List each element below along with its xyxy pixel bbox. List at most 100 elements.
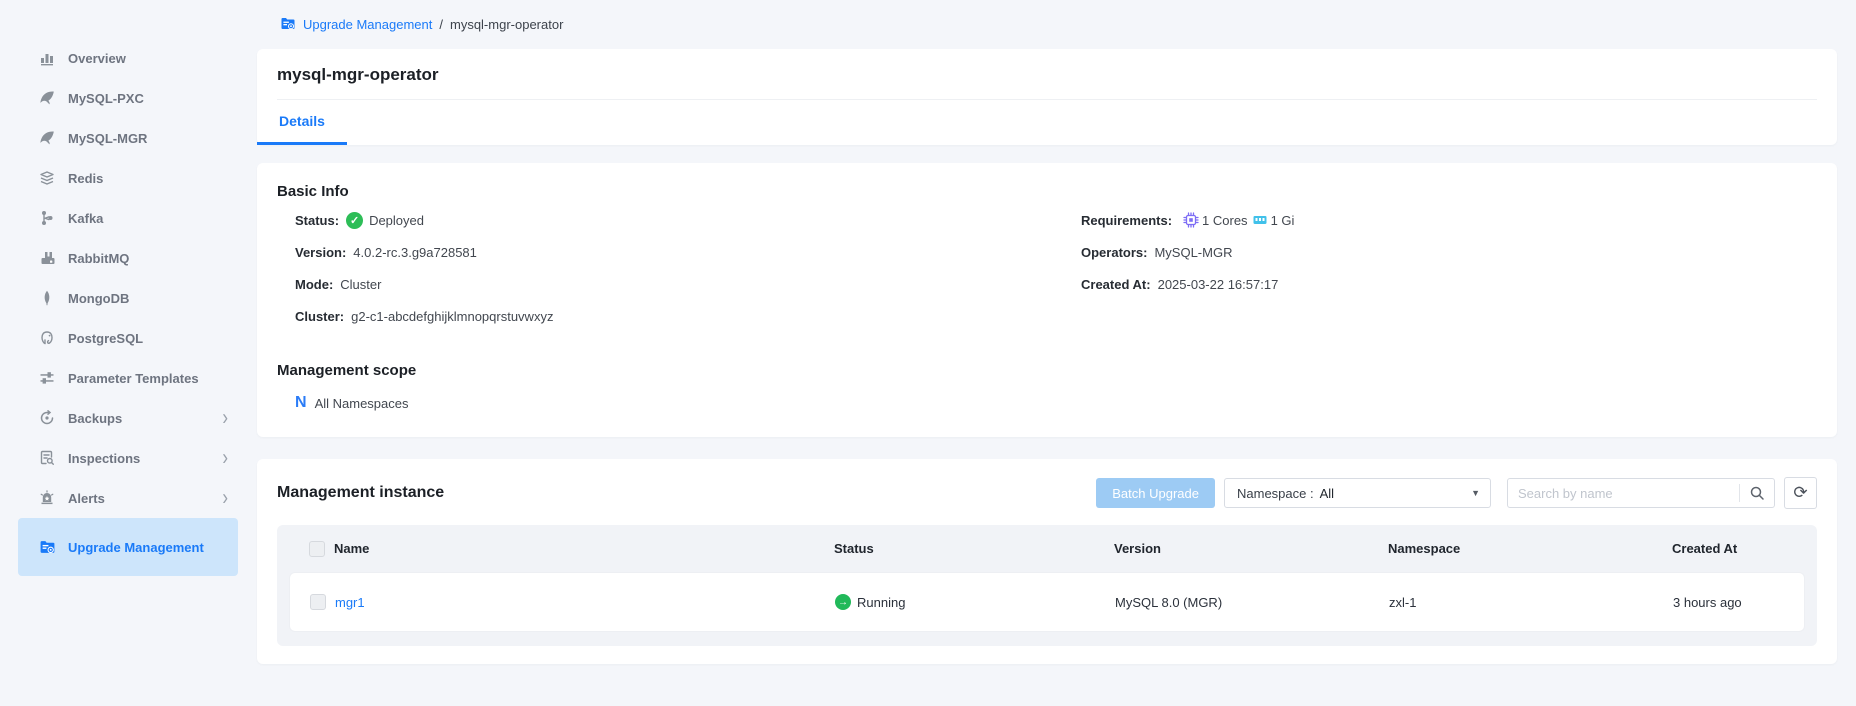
search-icon[interactable] — [1740, 479, 1774, 507]
sidebar-item-label: PostgreSQL — [68, 324, 228, 353]
status-cell: → Running — [835, 594, 1115, 610]
sidebar-item-label: MySQL-PXC — [68, 84, 228, 113]
info-row-version: Version: 4.0.2-rc.3.g9a728581 — [295, 236, 1063, 268]
version-cell: MySQL 8.0 (MGR) — [1115, 595, 1389, 610]
page-title: mysql-mgr-operator — [257, 49, 1837, 85]
sidebar-item-label: Upgrade Management — [68, 533, 228, 562]
column-header-version: Version — [1114, 541, 1388, 556]
chevron-right-icon: › — [222, 405, 228, 431]
chevron-right-icon: › — [222, 485, 228, 511]
sidebar-item-label: Alerts — [68, 484, 222, 513]
sidebar-item-label: Overview — [68, 44, 228, 73]
main-content: Upgrade Management / mysql-mgr-operator … — [257, 0, 1856, 706]
toolbar: Batch Upgrade Namespace : All ▼ ⟳ — [1096, 477, 1817, 509]
info-value: g2-c1-abcdefghijklmnopqrstuvwxyz — [351, 309, 553, 324]
breadcrumb: Upgrade Management / mysql-mgr-operator — [257, 10, 1837, 36]
memory-requirement: 1 Gi — [1271, 213, 1295, 228]
sidebar-item-backups[interactable]: Backups › — [18, 398, 238, 438]
column-header-status: Status — [834, 541, 1114, 556]
created-at-cell: 3 hours ago — [1673, 595, 1804, 610]
tab-bar: Details — [257, 100, 1837, 145]
alarm-icon — [38, 489, 56, 507]
sidebar-item-mysql-mgr[interactable]: MySQL-MGR — [18, 118, 238, 158]
sidebar-item-rabbitmq[interactable]: RabbitMQ — [18, 238, 238, 278]
redis-layers-icon — [38, 169, 56, 187]
scope-value: All Namespaces — [315, 396, 409, 411]
refresh-button[interactable]: ⟳ — [1784, 477, 1817, 509]
info-label: Operators: — [1081, 245, 1147, 260]
batch-upgrade-button[interactable]: Batch Upgrade — [1096, 478, 1215, 508]
sidebar-item-parameter-templates[interactable]: Parameter Templates — [18, 358, 238, 398]
management-scope-heading: Management scope — [277, 362, 1817, 379]
mongodb-leaf-icon — [38, 289, 56, 307]
postgresql-elephant-icon — [38, 329, 56, 347]
app-root: Overview MySQL-PXC MySQL-MGR Redis Kafka — [0, 0, 1856, 706]
instance-table: Name Status Version Namespace Created At… — [277, 525, 1817, 646]
info-row-operators: Operators: MySQL-MGR — [1081, 236, 1817, 268]
sidebar-item-kafka[interactable]: Kafka — [18, 198, 238, 238]
sidebar-item-mongodb[interactable]: MongoDB — [18, 278, 238, 318]
breadcrumb-parent-link[interactable]: Upgrade Management — [303, 17, 432, 32]
sidebar-item-label: Backups — [68, 404, 222, 433]
sliders-icon — [38, 369, 56, 387]
management-instance-header: Management instance Batch Upgrade Namesp… — [277, 477, 1817, 509]
cpu-icon — [1183, 212, 1199, 228]
basic-info-heading: Basic Info — [277, 183, 1817, 200]
instance-name-link[interactable]: mgr1 — [335, 595, 835, 610]
kafka-icon — [38, 209, 56, 227]
caret-down-icon: ▼ — [1471, 488, 1480, 498]
title-card: mysql-mgr-operator Details — [257, 49, 1837, 145]
basic-info-card: Basic Info Status: ✓ Deployed Version: 4… — [257, 163, 1837, 437]
sidebar-item-label: Redis — [68, 164, 228, 193]
basic-info-right-column: Requirements: 1 Cores 1 Gi Operators: My… — [1063, 204, 1817, 332]
info-value: 4.0.2-rc.3.g9a728581 — [353, 245, 477, 260]
status-value: ✓ Deployed — [346, 212, 424, 229]
restore-icon — [38, 409, 56, 427]
mysql-dolphin-icon — [38, 129, 56, 147]
breadcrumb-separator: / — [439, 17, 443, 32]
tab-details[interactable]: Details — [257, 100, 347, 145]
search-input[interactable] — [1508, 486, 1739, 501]
management-instance-card: Management instance Batch Upgrade Namesp… — [257, 459, 1837, 664]
info-label: Requirements: — [1081, 213, 1172, 228]
namespace-filter-label: Namespace : — [1237, 486, 1314, 501]
memory-icon — [1252, 212, 1268, 228]
sidebar-item-upgrade-management[interactable]: Upgrade Management — [18, 518, 238, 576]
info-value: 2025-03-22 16:57:17 — [1158, 277, 1279, 292]
column-header-namespace: Namespace — [1388, 541, 1672, 556]
info-value: MySQL-MGR — [1154, 245, 1232, 260]
info-row-mode: Mode: Cluster — [295, 268, 1063, 300]
running-arrow-icon: → — [835, 594, 851, 610]
info-label: Cluster: — [295, 309, 344, 324]
sidebar-item-label: RabbitMQ — [68, 244, 228, 273]
sidebar-item-label: MySQL-MGR — [68, 124, 228, 153]
bar-chart-icon — [38, 49, 56, 67]
sidebar-item-inspections[interactable]: Inspections › — [18, 438, 238, 478]
sidebar-item-label: Kafka — [68, 204, 228, 233]
refresh-icon: ⟳ — [1793, 483, 1807, 503]
info-row-requirements: Requirements: 1 Cores 1 Gi — [1081, 204, 1817, 236]
info-label: Version: — [295, 245, 346, 260]
breadcrumb-current: mysql-mgr-operator — [450, 17, 563, 32]
sidebar: Overview MySQL-PXC MySQL-MGR Redis Kafka — [0, 0, 257, 706]
namespace-icon: N — [295, 395, 307, 411]
management-instance-title: Management instance — [277, 484, 1096, 502]
sidebar-item-overview[interactable]: Overview — [18, 38, 238, 78]
basic-info-grid: Status: ✓ Deployed Version: 4.0.2-rc.3.g… — [277, 204, 1817, 332]
sidebar-item-redis[interactable]: Redis — [18, 158, 238, 198]
info-value: Cluster — [340, 277, 381, 292]
column-header-name: Name — [334, 541, 834, 556]
sidebar-item-alerts[interactable]: Alerts › — [18, 478, 238, 518]
info-row-cluster: Cluster: g2-c1-abcdefghijklmnopqrstuvwxy… — [295, 300, 1063, 332]
select-all-checkbox[interactable] — [309, 541, 325, 557]
sidebar-item-mysql-pxc[interactable]: MySQL-PXC — [18, 78, 238, 118]
search-box — [1507, 478, 1775, 508]
column-header-created-at: Created At — [1672, 541, 1805, 556]
row-checkbox[interactable] — [310, 594, 326, 610]
sidebar-item-label: Parameter Templates — [68, 364, 228, 393]
sidebar-item-postgresql[interactable]: PostgreSQL — [18, 318, 238, 358]
cpu-requirement: 1 Cores — [1202, 213, 1248, 228]
info-row-created-at: Created At: 2025-03-22 16:57:17 — [1081, 268, 1817, 300]
namespace-filter-select[interactable]: Namespace : All ▼ — [1224, 478, 1491, 508]
sidebar-item-label: MongoDB — [68, 284, 228, 313]
